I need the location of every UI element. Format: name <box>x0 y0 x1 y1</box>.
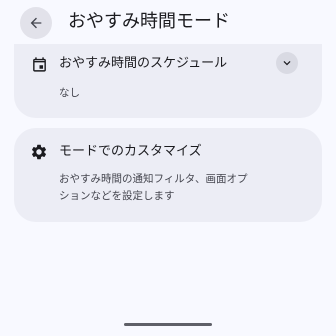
customize-description-line2: ションなどを設定します <box>59 190 175 202</box>
back-button[interactable] <box>20 7 52 39</box>
calendar-icon <box>30 55 48 73</box>
schedule-title: おやすみ時間のスケジュール <box>59 56 228 71</box>
gear-icon <box>30 143 48 161</box>
page-title: おやすみ時間モード <box>68 11 230 32</box>
arrow-left-icon <box>30 17 42 29</box>
customize-description-line1: おやすみ時間の通知フィルタ、画面オプ <box>59 173 248 185</box>
customize-card[interactable]: モードでのカスタマイズ おやすみ時間の通知フィルタ、画面オプ ションなどを設定し… <box>14 128 322 222</box>
home-indicator[interactable] <box>124 323 212 326</box>
expand-button[interactable] <box>276 52 298 74</box>
chevron-down-icon <box>283 61 291 66</box>
customize-title: モードでのカスタマイズ <box>59 144 202 159</box>
schedule-value: なし <box>59 87 80 99</box>
app-bar: おやすみ時間モード <box>0 0 336 48</box>
schedule-card[interactable]: おやすみ時間のスケジュール なし <box>14 44 322 118</box>
